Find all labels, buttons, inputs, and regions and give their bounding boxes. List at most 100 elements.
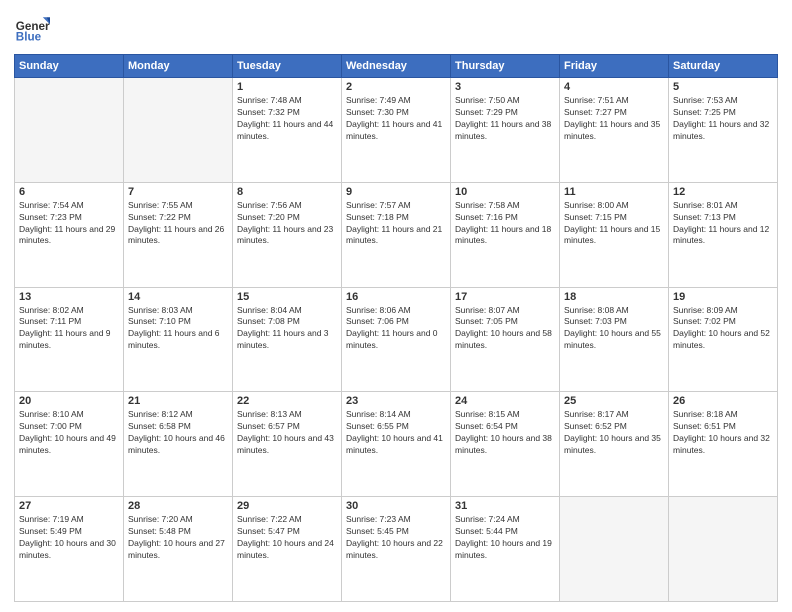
day-number: 9 xyxy=(346,186,446,198)
calendar-cell: 7 Sunrise: 7:55 AMSunset: 7:22 PMDaylight… xyxy=(124,182,233,287)
day-info: Sunrise: 7:55 AMSunset: 7:22 PMDaylight:… xyxy=(128,200,228,248)
day-info: Sunrise: 7:53 AMSunset: 7:25 PMDaylight:… xyxy=(673,95,773,143)
day-info: Sunrise: 8:15 AMSunset: 6:54 PMDaylight:… xyxy=(455,409,555,457)
calendar-week-4: 27 Sunrise: 7:19 AMSunset: 5:49 PMDayligh… xyxy=(15,497,778,602)
day-info: Sunrise: 7:50 AMSunset: 7:29 PMDaylight:… xyxy=(455,95,555,143)
calendar-cell: 9 Sunrise: 7:57 AMSunset: 7:18 PMDaylight… xyxy=(342,182,451,287)
calendar-cell: 21 Sunrise: 8:12 AMSunset: 6:58 PMDayligh… xyxy=(124,392,233,497)
calendar-cell xyxy=(669,497,778,602)
calendar-cell: 12Sunrise: 8:01 AMSunset: 7:13 PMDayligh… xyxy=(669,182,778,287)
calendar-cell: 15 Sunrise: 8:04 AMSunset: 7:08 PMDayligh… xyxy=(233,287,342,392)
calendar-cell: 29Sunrise: 7:22 AMSunset: 5:47 PMDayligh… xyxy=(233,497,342,602)
calendar-cell: 6 Sunrise: 7:54 AMSunset: 7:23 PMDaylight… xyxy=(15,182,124,287)
calendar-cell: 5Sunrise: 7:53 AMSunset: 7:25 PMDaylight… xyxy=(669,78,778,183)
day-number: 14 xyxy=(128,291,228,303)
day-info: Sunrise: 8:17 AMSunset: 6:52 PMDaylight:… xyxy=(564,409,664,457)
day-info: Sunrise: 8:13 AMSunset: 6:57 PMDaylight:… xyxy=(237,409,337,457)
day-number: 31 xyxy=(455,500,555,512)
calendar-header-row: SundayMondayTuesdayWednesdayThursdayFrid… xyxy=(15,55,778,78)
day-number: 27 xyxy=(19,500,119,512)
day-number: 6 xyxy=(19,186,119,198)
calendar-header-thursday: Thursday xyxy=(451,55,560,78)
calendar-cell: 19 Sunrise: 8:09 AMSunset: 7:02 PMDayligh… xyxy=(669,287,778,392)
day-info: Sunrise: 8:02 AMSunset: 7:11 PMDaylight:… xyxy=(19,305,119,353)
day-number: 28 xyxy=(128,500,228,512)
day-info: Sunrise: 7:51 AMSunset: 7:27 PMDaylight:… xyxy=(564,95,664,143)
day-info: Sunrise: 7:49 AMSunset: 7:30 PMDaylight:… xyxy=(346,95,446,143)
day-info: Sunrise: 7:23 AMSunset: 5:45 PMDaylight:… xyxy=(346,514,446,562)
day-info: Sunrise: 7:54 AMSunset: 7:23 PMDaylight:… xyxy=(19,200,119,248)
calendar-cell: 20Sunrise: 8:10 AMSunset: 7:00 PMDayligh… xyxy=(15,392,124,497)
day-number: 15 xyxy=(237,291,337,303)
day-number: 11 xyxy=(564,186,664,198)
calendar-week-1: 6 Sunrise: 7:54 AMSunset: 7:23 PMDaylight… xyxy=(15,182,778,287)
day-number: 23 xyxy=(346,395,446,407)
day-info: Sunrise: 8:07 AMSunset: 7:05 PMDaylight:… xyxy=(455,305,555,353)
day-number: 20 xyxy=(19,395,119,407)
calendar-header-saturday: Saturday xyxy=(669,55,778,78)
day-number: 1 xyxy=(237,81,337,93)
calendar-week-2: 13Sunrise: 8:02 AMSunset: 7:11 PMDayligh… xyxy=(15,287,778,392)
day-number: 10 xyxy=(455,186,555,198)
day-info: Sunrise: 8:12 AMSunset: 6:58 PMDaylight:… xyxy=(128,409,228,457)
calendar-cell: 10 Sunrise: 7:58 AMSunset: 7:16 PMDayligh… xyxy=(451,182,560,287)
calendar-cell: 11 Sunrise: 8:00 AMSunset: 7:15 PMDayligh… xyxy=(560,182,669,287)
day-info: Sunrise: 7:58 AMSunset: 7:16 PMDaylight:… xyxy=(455,200,555,248)
day-number: 21 xyxy=(128,395,228,407)
page: General Blue SundayMondayTuesdayWednesda… xyxy=(0,0,792,612)
day-info: Sunrise: 8:08 AMSunset: 7:03 PMDaylight:… xyxy=(564,305,664,353)
calendar-table: SundayMondayTuesdayWednesdayThursdayFrid… xyxy=(14,54,778,602)
day-number: 7 xyxy=(128,186,228,198)
calendar-cell: 4 Sunrise: 7:51 AMSunset: 7:27 PMDaylight… xyxy=(560,78,669,183)
header: General Blue xyxy=(14,10,778,46)
day-info: Sunrise: 7:24 AMSunset: 5:44 PMDaylight:… xyxy=(455,514,555,562)
calendar-cell: 28 Sunrise: 7:20 AMSunset: 5:48 PMDayligh… xyxy=(124,497,233,602)
calendar-cell xyxy=(124,78,233,183)
day-info: Sunrise: 7:19 AMSunset: 5:49 PMDaylight:… xyxy=(19,514,119,562)
day-info: Sunrise: 8:09 AMSunset: 7:02 PMDaylight:… xyxy=(673,305,773,353)
day-info: Sunrise: 8:14 AMSunset: 6:55 PMDaylight:… xyxy=(346,409,446,457)
day-number: 17 xyxy=(455,291,555,303)
logo-icon: General Blue xyxy=(14,10,50,46)
day-info: Sunrise: 8:06 AMSunset: 7:06 PMDaylight:… xyxy=(346,305,446,353)
calendar-cell: 13Sunrise: 8:02 AMSunset: 7:11 PMDayligh… xyxy=(15,287,124,392)
day-number: 19 xyxy=(673,291,773,303)
calendar-header-monday: Monday xyxy=(124,55,233,78)
day-info: Sunrise: 7:20 AMSunset: 5:48 PMDaylight:… xyxy=(128,514,228,562)
day-info: Sunrise: 8:03 AMSunset: 7:10 PMDaylight:… xyxy=(128,305,228,353)
calendar-cell xyxy=(15,78,124,183)
calendar-header-sunday: Sunday xyxy=(15,55,124,78)
day-info: Sunrise: 8:18 AMSunset: 6:51 PMDaylight:… xyxy=(673,409,773,457)
calendar-cell: 31 Sunrise: 7:24 AMSunset: 5:44 PMDayligh… xyxy=(451,497,560,602)
calendar-cell: 27 Sunrise: 7:19 AMSunset: 5:49 PMDayligh… xyxy=(15,497,124,602)
day-number: 25 xyxy=(564,395,664,407)
calendar-header-friday: Friday xyxy=(560,55,669,78)
calendar-cell: 3 Sunrise: 7:50 AMSunset: 7:29 PMDaylight… xyxy=(451,78,560,183)
day-number: 30 xyxy=(346,500,446,512)
day-number: 3 xyxy=(455,81,555,93)
logo: General Blue xyxy=(14,10,50,46)
calendar-cell: 8Sunrise: 7:56 AMSunset: 7:20 PMDaylight… xyxy=(233,182,342,287)
day-number: 16 xyxy=(346,291,446,303)
day-number: 24 xyxy=(455,395,555,407)
svg-text:Blue: Blue xyxy=(16,31,42,44)
day-number: 26 xyxy=(673,395,773,407)
day-number: 4 xyxy=(564,81,664,93)
day-number: 22 xyxy=(237,395,337,407)
calendar-week-0: 1 Sunrise: 7:48 AMSunset: 7:32 PMDaylight… xyxy=(15,78,778,183)
day-number: 29 xyxy=(237,500,337,512)
calendar-cell: 14 Sunrise: 8:03 AMSunset: 7:10 PMDayligh… xyxy=(124,287,233,392)
calendar-header-wednesday: Wednesday xyxy=(342,55,451,78)
day-info: Sunrise: 8:00 AMSunset: 7:15 PMDaylight:… xyxy=(564,200,664,248)
day-number: 12 xyxy=(673,186,773,198)
calendar-cell: 23 Sunrise: 8:14 AMSunset: 6:55 PMDayligh… xyxy=(342,392,451,497)
day-number: 18 xyxy=(564,291,664,303)
day-info: Sunrise: 7:48 AMSunset: 7:32 PMDaylight:… xyxy=(237,95,337,143)
day-info: Sunrise: 8:04 AMSunset: 7:08 PMDaylight:… xyxy=(237,305,337,353)
day-info: Sunrise: 7:57 AMSunset: 7:18 PMDaylight:… xyxy=(346,200,446,248)
day-number: 8 xyxy=(237,186,337,198)
calendar-cell: 2 Sunrise: 7:49 AMSunset: 7:30 PMDaylight… xyxy=(342,78,451,183)
calendar-cell: 26 Sunrise: 8:18 AMSunset: 6:51 PMDayligh… xyxy=(669,392,778,497)
day-number: 2 xyxy=(346,81,446,93)
calendar-cell: 1 Sunrise: 7:48 AMSunset: 7:32 PMDaylight… xyxy=(233,78,342,183)
